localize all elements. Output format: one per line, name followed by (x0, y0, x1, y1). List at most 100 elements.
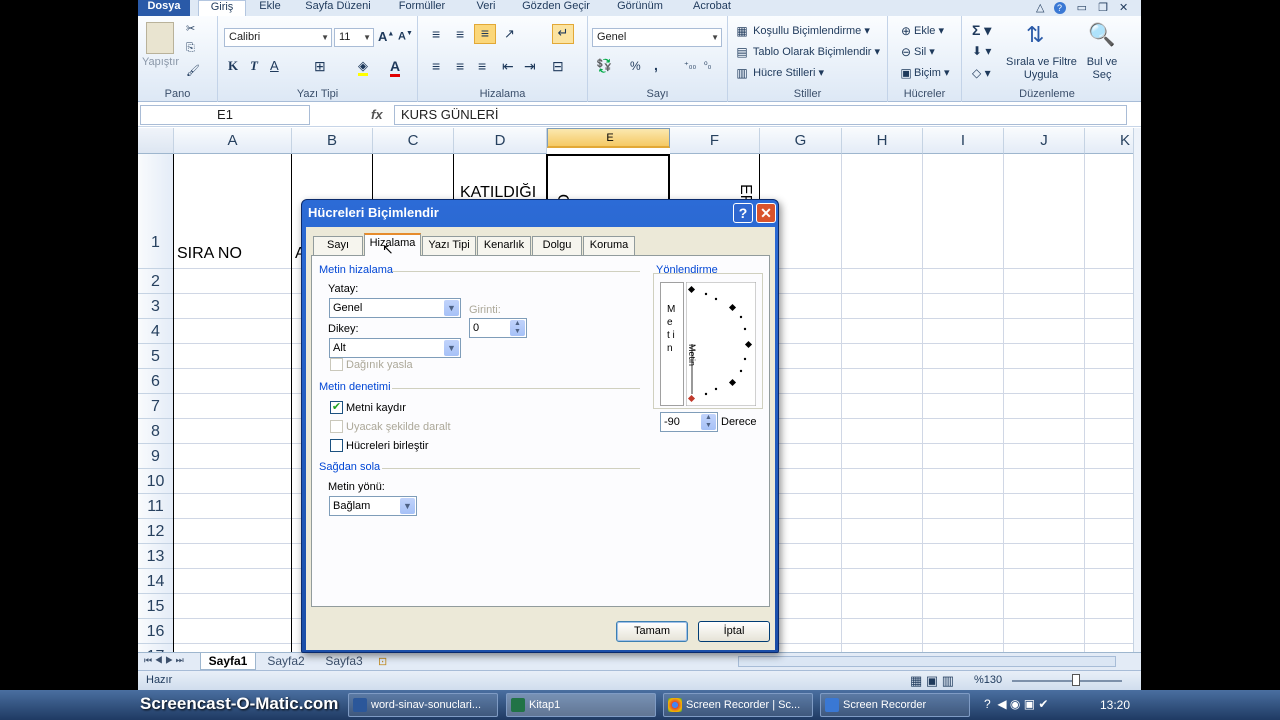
orientation-icon[interactable]: ↗ (504, 26, 515, 42)
delete-cells-button[interactable]: ⊖ Sil ▾ (898, 44, 935, 60)
cell[interactable] (923, 294, 1004, 319)
vertical-select[interactable]: Alt ▼ (329, 338, 461, 358)
italic-button[interactable]: T (250, 58, 258, 74)
dialog-tab-kenarlik[interactable]: Kenarlık (477, 236, 531, 255)
column-header-c[interactable]: C (373, 128, 454, 154)
cell[interactable] (923, 154, 1004, 269)
font-name-select[interactable]: Calibri ▼ (224, 28, 332, 47)
cell[interactable] (842, 444, 923, 469)
cell[interactable] (1085, 594, 1133, 619)
clear-icon[interactable]: ◇ ▾ (972, 66, 991, 80)
insert-sheet-icon[interactable]: ⊡ (378, 655, 387, 668)
cell[interactable] (1004, 494, 1085, 519)
cell[interactable] (174, 369, 292, 394)
align-left-icon[interactable]: ≡ (432, 58, 440, 74)
cell[interactable] (1004, 569, 1085, 594)
borders-icon[interactable]: ⊞ (314, 58, 326, 75)
row-header-11[interactable]: 11 (138, 494, 174, 519)
row-header-15[interactable]: 15 (138, 594, 174, 619)
cell[interactable] (174, 344, 292, 369)
paste-button[interactable]: Yapıştır (142, 56, 179, 68)
tab-veri[interactable]: Veri (466, 0, 506, 16)
tab-gorunum[interactable]: Görünüm (608, 0, 672, 16)
increase-indent-icon[interactable]: ⇥ (524, 58, 536, 75)
degrees-spinner[interactable]: -90 ▲ ▼ (660, 412, 718, 432)
row-header-9[interactable]: 9 (138, 444, 174, 469)
cell[interactable] (174, 394, 292, 419)
bold-button[interactable]: K (228, 58, 238, 74)
row-header-16[interactable]: 16 (138, 619, 174, 644)
cell[interactable] (1004, 154, 1085, 269)
increase-decimal-icon[interactable]: ⁺₀₀ (684, 60, 696, 71)
cell[interactable] (1085, 319, 1133, 344)
format-cells-button[interactable]: ▣ Biçim ▾ (898, 65, 949, 81)
dialog-close-button[interactable]: ✕ (756, 203, 776, 223)
cell[interactable] (1085, 154, 1133, 269)
cell[interactable] (842, 419, 923, 444)
format-painter-icon[interactable]: 🖌 (186, 64, 200, 77)
column-header-d[interactable]: D (454, 128, 547, 154)
distributed-checkbox[interactable] (330, 358, 343, 371)
cell[interactable] (1004, 444, 1085, 469)
cell[interactable] (923, 419, 1004, 444)
cell[interactable] (1004, 319, 1085, 344)
percent-button[interactable]: % (630, 59, 641, 73)
cell[interactable] (842, 154, 923, 269)
conditional-formatting-button[interactable]: ▦ Koşullu Biçimlendirme ▾ (734, 23, 870, 39)
cell[interactable] (174, 644, 292, 652)
format-as-table-button[interactable]: ▤ Tablo Olarak Biçimlendir ▾ (734, 44, 880, 60)
taskbar-item-chrome[interactable]: Screen Recorder | Sc... (663, 693, 813, 717)
tab-acrobat[interactable]: Acrobat (682, 0, 742, 16)
currency-icon[interactable]: 💱 (596, 58, 612, 74)
minimize-ribbon-icon[interactable]: △ (1036, 2, 1044, 14)
name-box[interactable]: E1 (140, 105, 310, 125)
text-direction-select[interactable]: Bağlam ▼ (329, 496, 417, 516)
tab-formuller[interactable]: Formüller (390, 0, 454, 16)
cell[interactable] (1085, 544, 1133, 569)
grow-font-icon[interactable]: A▲ (378, 29, 394, 44)
tab-gozden-gecir[interactable]: Gözden Geçir (514, 0, 598, 16)
fx-icon[interactable]: fx (371, 107, 383, 122)
cell[interactable] (842, 569, 923, 594)
sheet-tab-sayfa1[interactable]: Sayfa1 (200, 653, 256, 670)
shrink-to-fit-checkbox[interactable] (330, 420, 343, 433)
column-header-e[interactable]: E (547, 128, 670, 148)
cell[interactable] (174, 569, 292, 594)
dialog-tab-yazi-tipi[interactable]: Yazı Tipi (422, 236, 476, 255)
row-header-12[interactable]: 12 (138, 519, 174, 544)
decrease-decimal-icon[interactable]: ⁰₀ (704, 60, 711, 71)
restore-icon[interactable]: ❐ (1098, 2, 1108, 14)
column-header-i[interactable]: I (923, 128, 1004, 154)
column-header-j[interactable]: J (1004, 128, 1085, 154)
cell[interactable] (923, 344, 1004, 369)
taskbar-item-word[interactable]: word-sinav-sonuclari... (348, 693, 498, 717)
cell[interactable] (842, 469, 923, 494)
column-header-h[interactable]: H (842, 128, 923, 154)
cell[interactable] (174, 319, 292, 344)
row-header-17[interactable]: 17 (138, 644, 174, 652)
cell[interactable] (1085, 444, 1133, 469)
taskbar-item-recorder[interactable]: Screen Recorder (820, 693, 970, 717)
shrink-font-icon[interactable]: A▼ (398, 30, 413, 43)
row-header-4[interactable]: 4 (138, 319, 174, 344)
autosum-icon[interactable]: Σ ▾ (972, 22, 991, 39)
cell[interactable] (923, 569, 1004, 594)
cell[interactable] (1085, 619, 1133, 644)
cell[interactable] (174, 419, 292, 444)
fill-color-icon[interactable]: ◈ (358, 58, 368, 76)
cell[interactable] (842, 294, 923, 319)
column-header-b[interactable]: B (292, 128, 373, 154)
cell[interactable] (842, 319, 923, 344)
vertical-scrollbar[interactable] (1133, 128, 1141, 652)
cell[interactable] (1085, 294, 1133, 319)
cell[interactable] (1004, 644, 1085, 652)
cell[interactable] (842, 519, 923, 544)
row-header-7[interactable]: 7 (138, 394, 174, 419)
dialog-help-button[interactable]: ? (733, 203, 753, 223)
row-header-13[interactable]: 13 (138, 544, 174, 569)
cell[interactable] (923, 619, 1004, 644)
number-format-select[interactable]: Genel ▼ (592, 28, 722, 47)
cell[interactable] (1004, 269, 1085, 294)
cell[interactable] (174, 494, 292, 519)
row-header-1[interactable]: 1 (138, 154, 174, 269)
